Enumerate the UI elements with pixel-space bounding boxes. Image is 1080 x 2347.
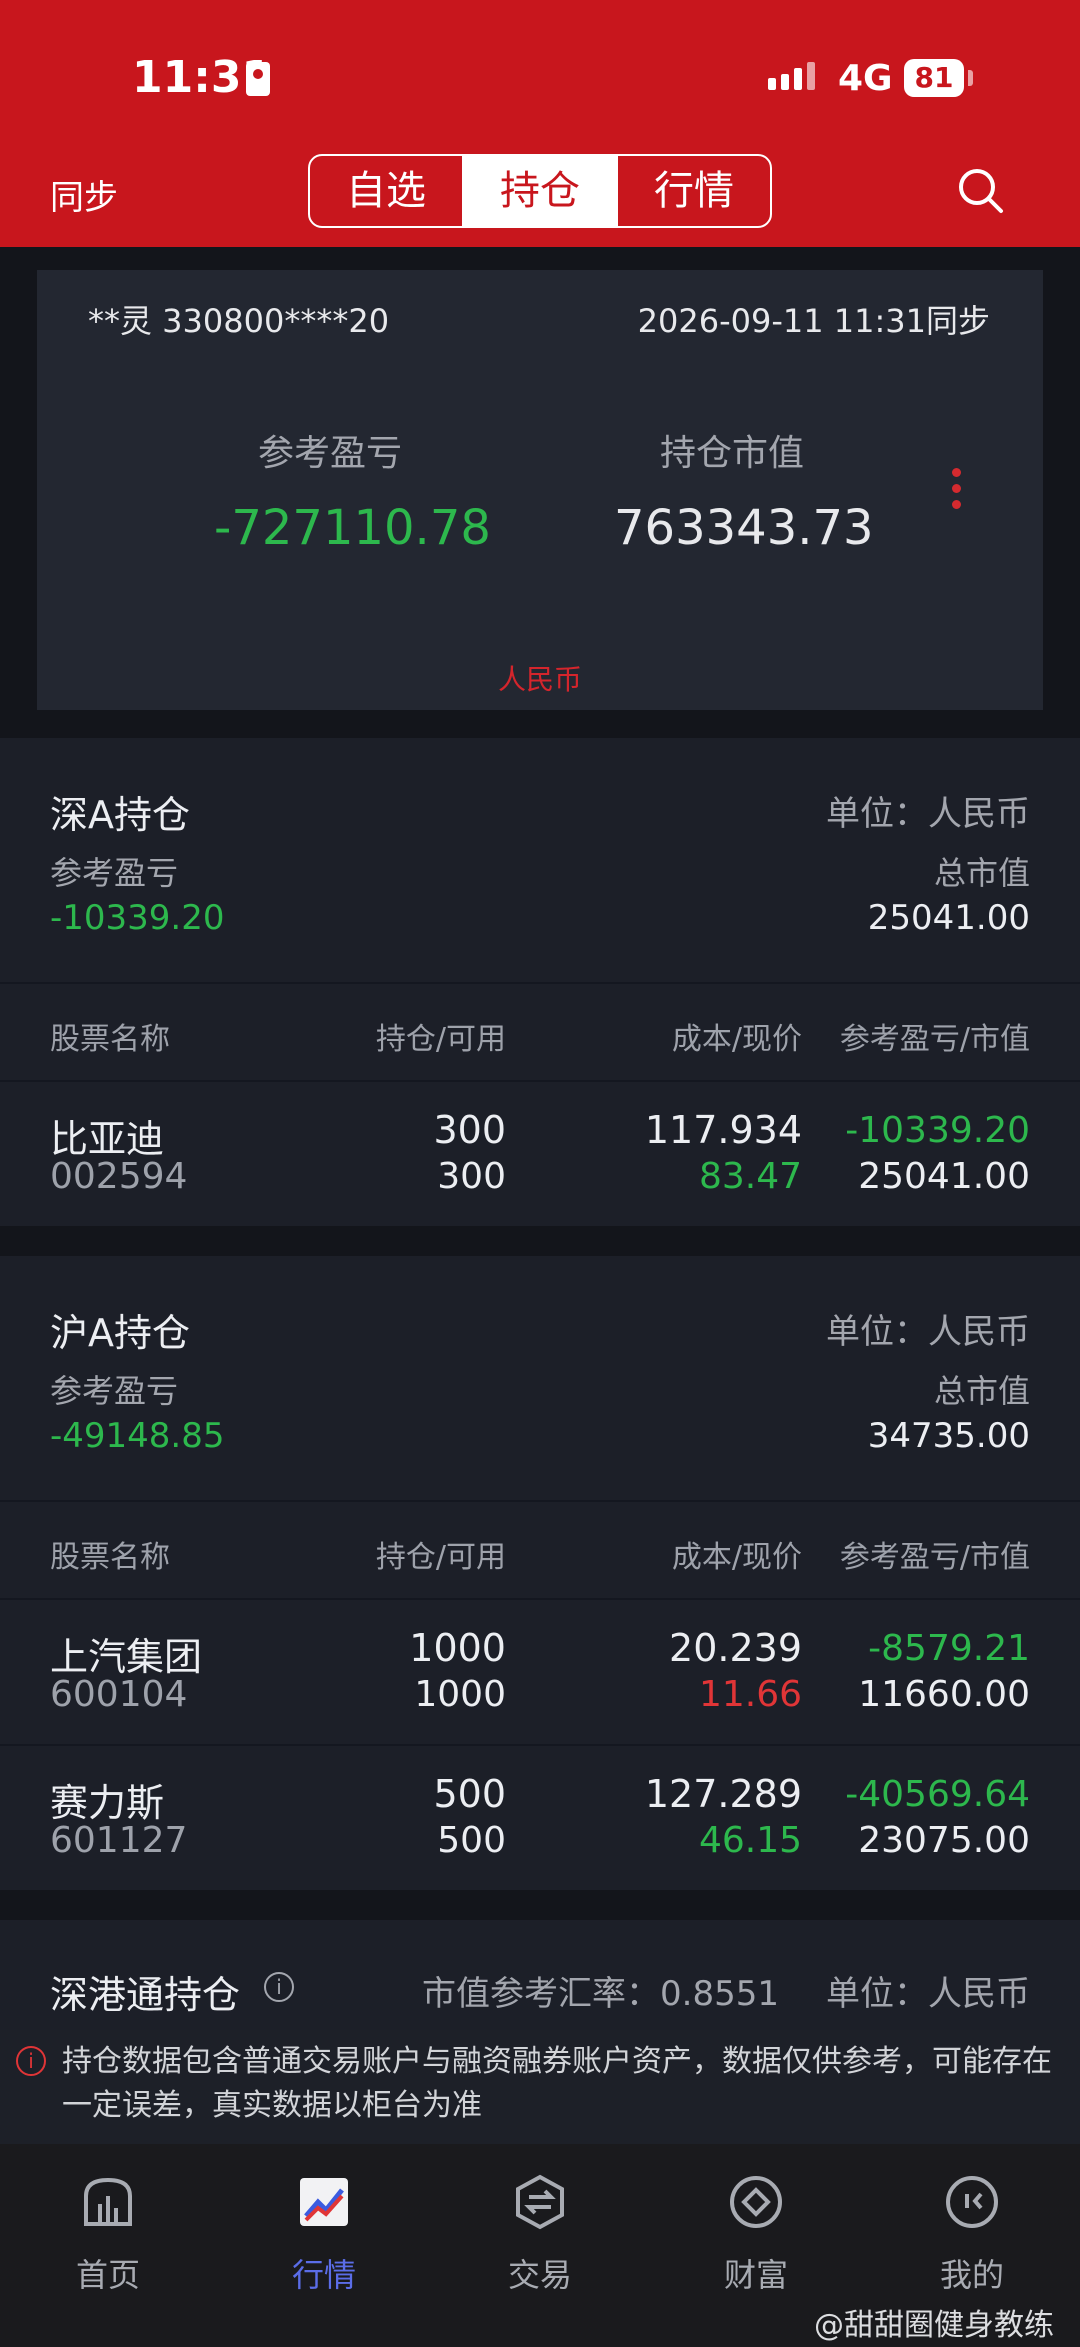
hold-qty: 500 [433, 1772, 506, 1816]
exchange-rate: 市值参考汇率：0.8551 [422, 1974, 779, 2014]
mv-value: 34735.00 [867, 1416, 1030, 1456]
col-header-name: 股票名称 [50, 1540, 170, 1575]
mv-label: 总市值 [933, 1372, 1030, 1410]
info-icon[interactable]: i [264, 1972, 294, 2002]
stock-code: 601127 [50, 1820, 188, 1861]
row-mv: 23075.00 [858, 1820, 1030, 1861]
hold-qty: 1000 [409, 1626, 506, 1670]
col-header-hold: 持仓/可用 [375, 1022, 506, 1057]
pl-label: 参考盈亏 [50, 1372, 179, 1410]
nav-label: 首页 [75, 2256, 140, 2294]
section-title: 深港通持仓 [50, 1973, 241, 2017]
pl-value: -10339.20 [50, 898, 225, 938]
warning-icon: i [16, 2046, 46, 2076]
tab-market[interactable]: 行情 [616, 156, 770, 226]
avail-qty: 300 [437, 1156, 506, 1197]
cost-price: 127.289 [644, 1772, 802, 1816]
row-pl: -8579.21 [868, 1628, 1030, 1669]
pl-value: -49148.85 [50, 1416, 225, 1456]
pl-label: 参考盈亏 [50, 854, 179, 892]
exchange-hexagon-icon [516, 2174, 564, 2230]
watermark: @甜甜圈健身教练 [814, 2308, 1054, 2343]
cost-price: 117.934 [644, 1108, 802, 1152]
unit-label: 单位：人民币 [826, 1312, 1030, 1352]
current-price: 46.15 [698, 1820, 802, 1861]
nav-label: 行情 [291, 2256, 356, 2294]
stock-name: 比亚迪 [50, 1117, 165, 1161]
mv-value: 25041.00 [867, 898, 1030, 938]
sync-time: 2026-09-11 11:31同步 [637, 302, 990, 340]
network-type: 4G [838, 58, 893, 99]
table-row[interactable]: 赛力斯 601127 500 500 127.289 46.15 -40569.… [0, 1746, 1080, 1890]
col-header-cost: 成本/现价 [671, 1540, 802, 1575]
unit-label: 单位：人民币 [826, 794, 1030, 834]
market-value-value: 763343.73 [614, 500, 874, 556]
stock-name: 上汽集团 [50, 1635, 203, 1679]
avail-qty: 1000 [414, 1674, 506, 1715]
total-pl-label: 参考盈亏 [258, 433, 403, 474]
stock-name: 赛力斯 [50, 1781, 165, 1825]
sync-button[interactable]: 同步 [50, 170, 118, 219]
section-title: 沪A持仓 [50, 1311, 190, 1355]
row-pl: -40569.64 [845, 1774, 1030, 1815]
contact-card-icon [246, 62, 270, 96]
row-mv: 11660.00 [858, 1674, 1030, 1715]
table-row[interactable]: 上汽集团 600104 1000 1000 20.239 11.66 -8579… [0, 1600, 1080, 1744]
avail-qty: 500 [437, 1820, 506, 1861]
home-chart-icon [84, 2177, 132, 2226]
col-header-pl: 参考盈亏/市值 [839, 1022, 1030, 1057]
market-value-label: 持仓市值 [660, 433, 805, 474]
hold-qty: 300 [433, 1108, 506, 1152]
account-id: **灵 330800****20 [88, 302, 390, 340]
current-price: 83.47 [698, 1156, 802, 1197]
cost-price: 20.239 [669, 1626, 802, 1670]
nav-label: 交易 [507, 2256, 572, 2294]
tab-watchlist[interactable]: 自选 [310, 156, 462, 226]
unit-label: 单位：人民币 [826, 1974, 1030, 2014]
row-pl: -10339.20 [845, 1110, 1030, 1151]
col-header-name: 股票名称 [50, 1022, 170, 1057]
row-mv: 25041.00 [858, 1156, 1030, 1197]
nav-label: 财富 [723, 2256, 788, 2294]
search-icon[interactable] [956, 166, 1004, 214]
wealth-icon [730, 2176, 782, 2228]
battery-tip [968, 70, 973, 86]
tab-positions[interactable]: 持仓 [462, 156, 616, 226]
section-title: 深A持仓 [50, 793, 190, 837]
table-row[interactable]: 比亚迪 002594 300 300 117.934 83.47 -10339.… [0, 1082, 1080, 1226]
col-header-hold: 持仓/可用 [375, 1540, 506, 1575]
mv-label: 总市值 [933, 854, 1030, 892]
trend-chart-icon [300, 2178, 348, 2226]
stock-code: 600104 [50, 1674, 188, 1715]
nav-home[interactable]: 首页 [0, 2174, 216, 2324]
battery-indicator: 81 [904, 59, 964, 97]
disclaimer-text: 持仓数据包含普通交易账户与融资融券账户资产，数据仅供参考，可能存在一定误差，真实… [62, 2044, 1052, 2123]
divider [0, 982, 1080, 984]
divider [0, 1500, 1080, 1502]
col-header-pl: 参考盈亏/市值 [839, 1540, 1030, 1575]
profile-icon [946, 2176, 998, 2228]
nav-label: 我的 [939, 2256, 1004, 2294]
col-header-cost: 成本/现价 [671, 1022, 802, 1057]
nav-trade[interactable]: 交易 [432, 2174, 648, 2324]
currency-label: 人民币 [497, 663, 582, 696]
total-pl-value: -727110.78 [214, 500, 491, 556]
current-price: 11.66 [698, 1674, 802, 1715]
nav-market[interactable]: 行情 [216, 2174, 432, 2324]
stock-code: 002594 [50, 1156, 188, 1197]
top-tab-switch: 自选 持仓 行情 [308, 154, 772, 228]
